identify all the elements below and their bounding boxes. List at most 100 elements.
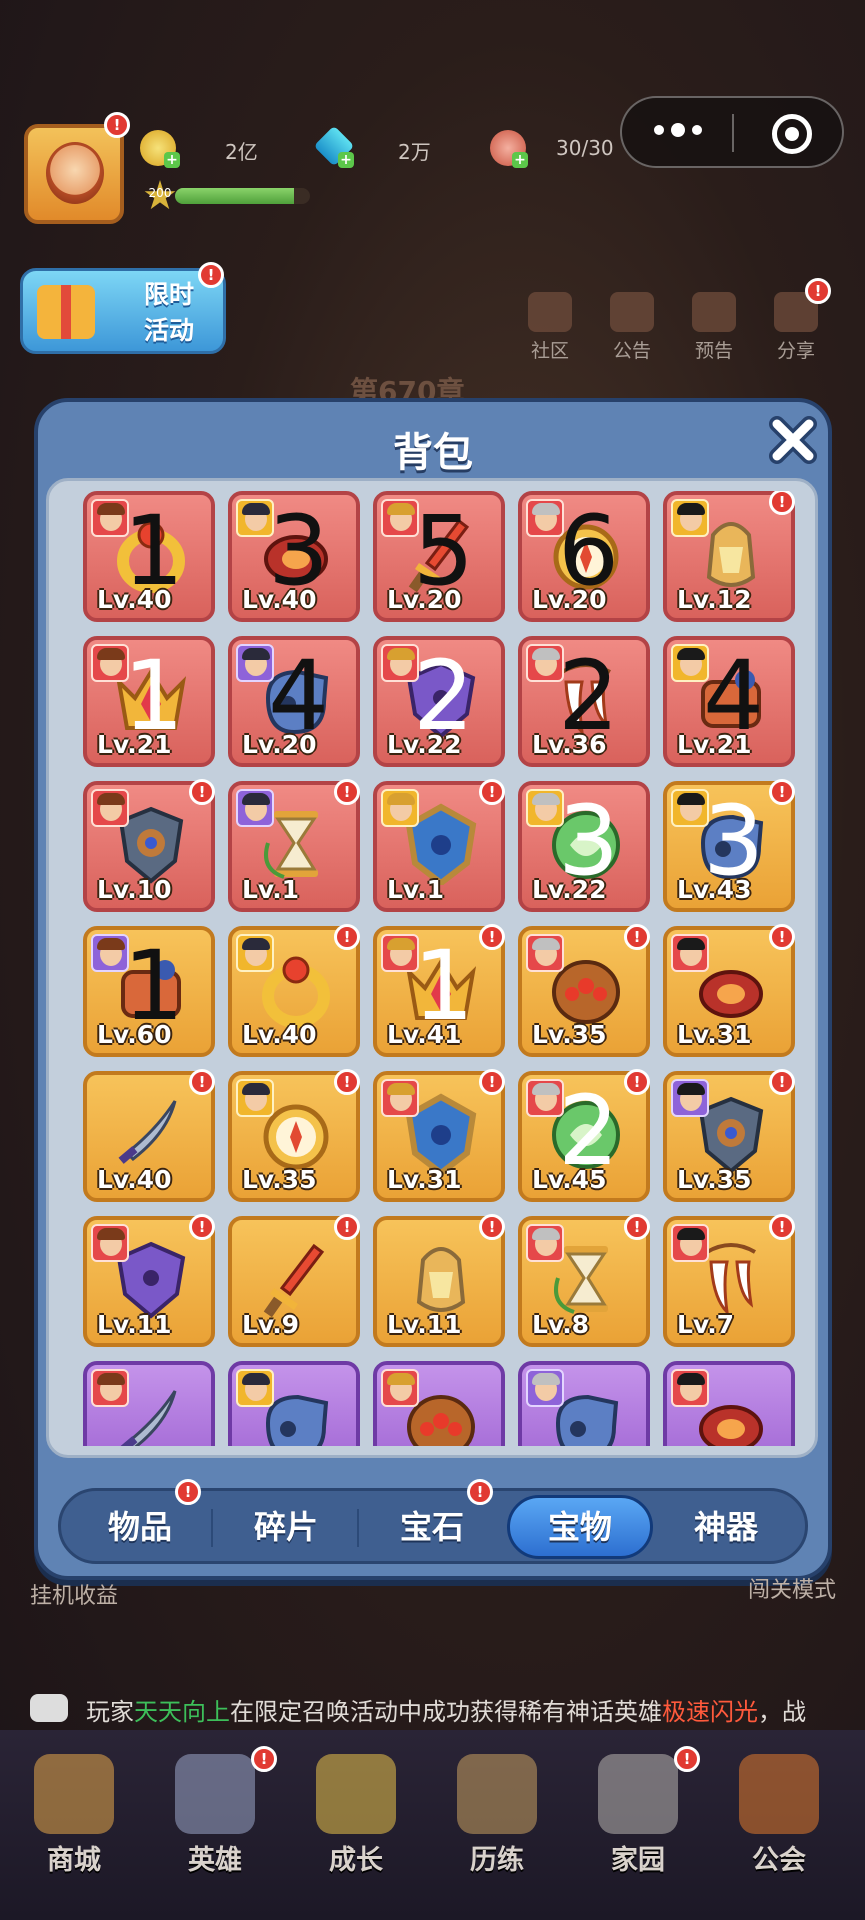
item-level: Lv.21	[97, 730, 172, 759]
hero-portrait-icon	[236, 789, 274, 827]
stage-mode-label[interactable]: 闯关模式	[748, 1572, 836, 1604]
hero-hair	[242, 648, 270, 660]
treasure-slot[interactable]: Lv.22	[373, 636, 505, 767]
treasure-slot[interactable]: Lv.40!	[228, 924, 360, 1057]
slot-alert-badge: !	[769, 779, 795, 805]
idle-rewards-label[interactable]: 挂机收益	[30, 1578, 118, 1610]
tab-divider	[211, 1509, 213, 1547]
hero-portrait-icon	[671, 499, 709, 537]
house-icon	[528, 292, 572, 332]
treasure-slot[interactable]: Lv.43!	[663, 779, 795, 912]
tab-alert-badge: !	[467, 1479, 493, 1505]
tab-artifacts[interactable]: 神器	[653, 1495, 799, 1559]
treasure-slot[interactable]: Lv.11!	[83, 1214, 215, 1347]
top-nav-house[interactable]: 社区	[517, 292, 583, 363]
close-button[interactable]	[765, 412, 821, 468]
hero-hair	[97, 648, 125, 660]
treasure-slot[interactable]: Lv.20	[373, 491, 505, 622]
hero-hair	[532, 793, 560, 805]
avatar-alert-badge: !	[104, 112, 130, 138]
slot-alert-badge: !	[189, 779, 215, 805]
slot-alert-badge: !	[334, 779, 360, 805]
hero-hair	[677, 503, 705, 515]
treasure-slot[interactable]: Lv.1!	[373, 779, 505, 912]
treasure-slot[interactable]: Lv.10!	[83, 779, 215, 912]
close-miniprogram-icon[interactable]	[772, 114, 812, 154]
treasure-slot[interactable]: Lv.22	[518, 781, 650, 912]
hero-portrait-icon	[671, 1079, 709, 1117]
top-nav-label: 社区	[530, 340, 569, 362]
shop-icon	[34, 1754, 114, 1834]
hero-hair	[532, 1373, 560, 1385]
megaphone-icon	[610, 292, 654, 332]
hero-hair	[677, 793, 705, 805]
hero-hair	[677, 938, 705, 950]
top-nav-notice[interactable]: 预告	[681, 292, 747, 363]
bottom-nav-heroes[interactable]: 英雄	[155, 1754, 275, 1877]
treasure-slot[interactable]	[83, 1361, 215, 1446]
bottom-nav-shop[interactable]: 商城	[14, 1754, 134, 1877]
treasure-slot[interactable]	[663, 1361, 795, 1446]
treasure-slot[interactable]: Lv.20	[228, 636, 360, 767]
treasure-slot[interactable]: Lv.12!	[663, 491, 795, 622]
add-stamina-button[interactable]: +	[512, 152, 528, 168]
treasure-slot[interactable]: Lv.31!	[373, 1069, 505, 1202]
tab-treasures[interactable]: 宝物	[507, 1495, 653, 1559]
lantern-icon	[399, 1238, 483, 1320]
item-level: Lv.11	[387, 1310, 462, 1339]
hero-hair	[242, 938, 270, 950]
treasure-slot[interactable]: Lv.35!	[663, 1069, 795, 1202]
treasure-slot[interactable]: Lv.20	[518, 491, 650, 622]
item-level: Lv.8	[532, 1310, 590, 1339]
bottom-nav-guild[interactable]: 公会	[719, 1754, 839, 1877]
hero-portrait-icon	[671, 644, 709, 682]
bottom-nav-growth[interactable]: 成长	[296, 1754, 416, 1877]
more-options-icon[interactable]	[654, 123, 702, 137]
treasure-slot[interactable]: Lv.35!	[518, 924, 650, 1057]
hero-hair	[242, 1083, 270, 1095]
hero-hair	[677, 1083, 705, 1095]
hero-portrait-icon	[381, 1369, 419, 1407]
treasure-slot[interactable]: Lv.40	[228, 491, 360, 622]
treasure-slot[interactable]: Lv.35!	[228, 1069, 360, 1202]
add-gold-button[interactable]: +	[164, 152, 180, 168]
item-level: Lv.22	[532, 875, 607, 904]
tab-divider	[357, 1509, 359, 1547]
treasure-slot[interactable]: Lv.31!	[663, 924, 795, 1057]
limited-event-button[interactable]: 限时 活动	[20, 268, 226, 354]
treasure-slot[interactable]: Lv.60	[83, 926, 215, 1057]
treasure-slot[interactable]: Lv.7!	[663, 1214, 795, 1347]
treasure-slot[interactable]: Lv.41!	[373, 924, 505, 1057]
bottom-nav-trials[interactable]: 历练	[437, 1754, 557, 1877]
hero-hair	[242, 793, 270, 805]
treasure-slot[interactable]: Lv.21	[83, 636, 215, 767]
treasure-slot[interactable]: Lv.40	[83, 491, 215, 622]
add-gems-button[interactable]: +	[338, 152, 354, 168]
bottom-nav-home[interactable]: 家园	[578, 1754, 698, 1877]
treasure-slot[interactable]: Lv.45!	[518, 1069, 650, 1202]
treasure-slot[interactable]: Lv.36	[518, 636, 650, 767]
treasure-slot[interactable]: Lv.9!	[228, 1214, 360, 1347]
slot-alert-badge: !	[479, 924, 505, 950]
hero-hair	[532, 938, 560, 950]
item-level: Lv.40	[242, 585, 317, 614]
item-grid[interactable]: Lv.40 Lv.40 Lv.20 Lv.20 Lv.12! Lv.21 Lv.20 Lv.2…	[83, 491, 795, 1446]
tab-fragments[interactable]: 碎片	[213, 1495, 359, 1559]
hero-hair	[387, 503, 415, 515]
treasure-slot[interactable]: Lv.11!	[373, 1214, 505, 1347]
player-avatar[interactable]	[24, 124, 124, 224]
item-level: Lv.20	[387, 585, 462, 614]
treasure-slot[interactable]: Lv.1!	[228, 779, 360, 912]
treasure-slot[interactable]	[373, 1361, 505, 1446]
guild-shield-icon	[739, 1754, 819, 1834]
item-level: Lv.31	[677, 1020, 752, 1049]
hero-hair	[532, 648, 560, 660]
treasure-slot[interactable]	[518, 1361, 650, 1446]
treasure-slot[interactable]: Lv.21	[663, 636, 795, 767]
treasure-slot[interactable]: Lv.40!	[83, 1069, 215, 1202]
treasure-slot[interactable]: Lv.8!	[518, 1214, 650, 1347]
item-level: Lv.40	[242, 1020, 317, 1049]
item-level: Lv.22	[387, 730, 462, 759]
treasure-slot[interactable]	[228, 1361, 360, 1446]
top-nav-megaphone[interactable]: 公告	[599, 292, 665, 363]
